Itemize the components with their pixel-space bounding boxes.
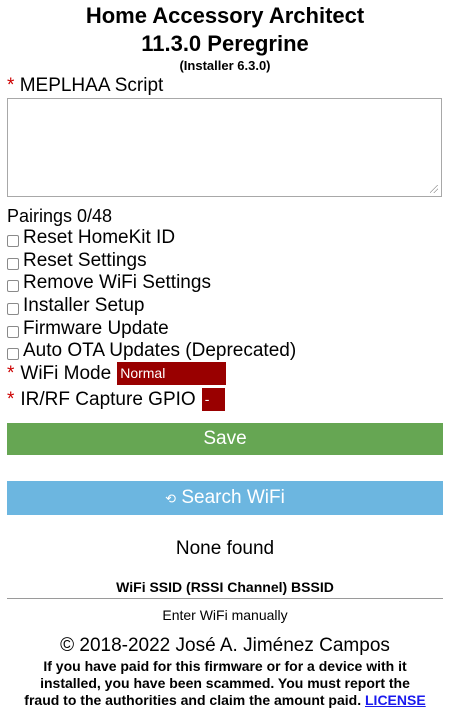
scam-warning: If you have paid for this firmware or fo…: [24, 658, 426, 708]
checkbox[interactable]: [7, 257, 19, 270]
irrf-gpio-select[interactable]: -: [201, 388, 225, 411]
script-label-text: MEPLHAA Script: [19, 75, 164, 96]
search-wifi-label: Search WiFi: [181, 487, 285, 508]
checkbox[interactable]: [7, 348, 19, 361]
search-wifi-button[interactable]: ⟲ Search WiFi: [7, 481, 443, 515]
divider: [7, 598, 443, 599]
enter-wifi-manually-link[interactable]: Enter WiFi manually: [0, 607, 450, 623]
checkbox[interactable]: [7, 235, 19, 248]
script-textarea[interactable]: [7, 98, 442, 197]
option-label: Reset HomeKit ID: [23, 227, 176, 249]
script-label: * MEPLHAA Script: [7, 75, 163, 97]
license-link[interactable]: LICENSE: [365, 692, 426, 708]
wifi-mode-row: * WiFi Mode Normal: [7, 362, 227, 385]
required-mark: *: [7, 362, 15, 384]
option-label: Reset Settings: [23, 249, 147, 271]
checkbox[interactable]: [7, 303, 19, 316]
irrf-gpio-label: IR/RF Capture GPIO: [20, 388, 196, 410]
pairings-count: Pairings 0/48: [7, 206, 113, 226]
option-label: Auto OTA Updates (Deprecated): [23, 340, 297, 362]
refresh-icon: ⟲: [165, 491, 177, 506]
resize-grip-icon[interactable]: [430, 185, 438, 193]
wifi-mode-label: WiFi Mode: [20, 362, 112, 384]
wifi-mode-select[interactable]: Normal: [117, 362, 227, 385]
option-installer-setup[interactable]: Installer Setup: [7, 295, 296, 318]
option-label: Remove WiFi Settings: [23, 272, 211, 294]
checkbox[interactable]: [7, 325, 19, 338]
option-firmware-update[interactable]: Firmware Update: [7, 317, 296, 340]
options-list: Reset HomeKit ID Reset Settings Remove W…: [7, 227, 296, 363]
installer-version: (Installer 6.3.0): [179, 58, 271, 73]
version-name: 11.3.0 Peregrine: [141, 31, 309, 56]
app-name: Home Accessory Architect: [85, 3, 365, 28]
required-mark: *: [7, 388, 15, 410]
option-reset-homekit-id[interactable]: Reset HomeKit ID: [7, 227, 296, 250]
irrf-gpio-row: * IR/RF Capture GPIO -: [7, 388, 225, 411]
option-auto-ota-updates[interactable]: Auto OTA Updates (Deprecated): [7, 340, 296, 363]
required-mark: *: [7, 75, 15, 96]
option-remove-wifi-settings[interactable]: Remove WiFi Settings: [7, 272, 296, 295]
save-button[interactable]: Save: [7, 423, 443, 455]
copyright: © 2018-2022 José A. Jiménez Campos: [60, 635, 390, 656]
option-label: Firmware Update: [23, 317, 169, 339]
checkbox[interactable]: [7, 280, 19, 293]
option-label: Installer Setup: [23, 295, 145, 317]
page-title: Home Accessory Architect 11.3.0 Peregrin…: [0, 2, 450, 58]
option-reset-settings[interactable]: Reset Settings: [7, 250, 296, 273]
wifi-status: None found: [175, 538, 275, 559]
wifi-table-header: WiFi SSID (RSSI Channel) BSSID: [116, 579, 334, 595]
